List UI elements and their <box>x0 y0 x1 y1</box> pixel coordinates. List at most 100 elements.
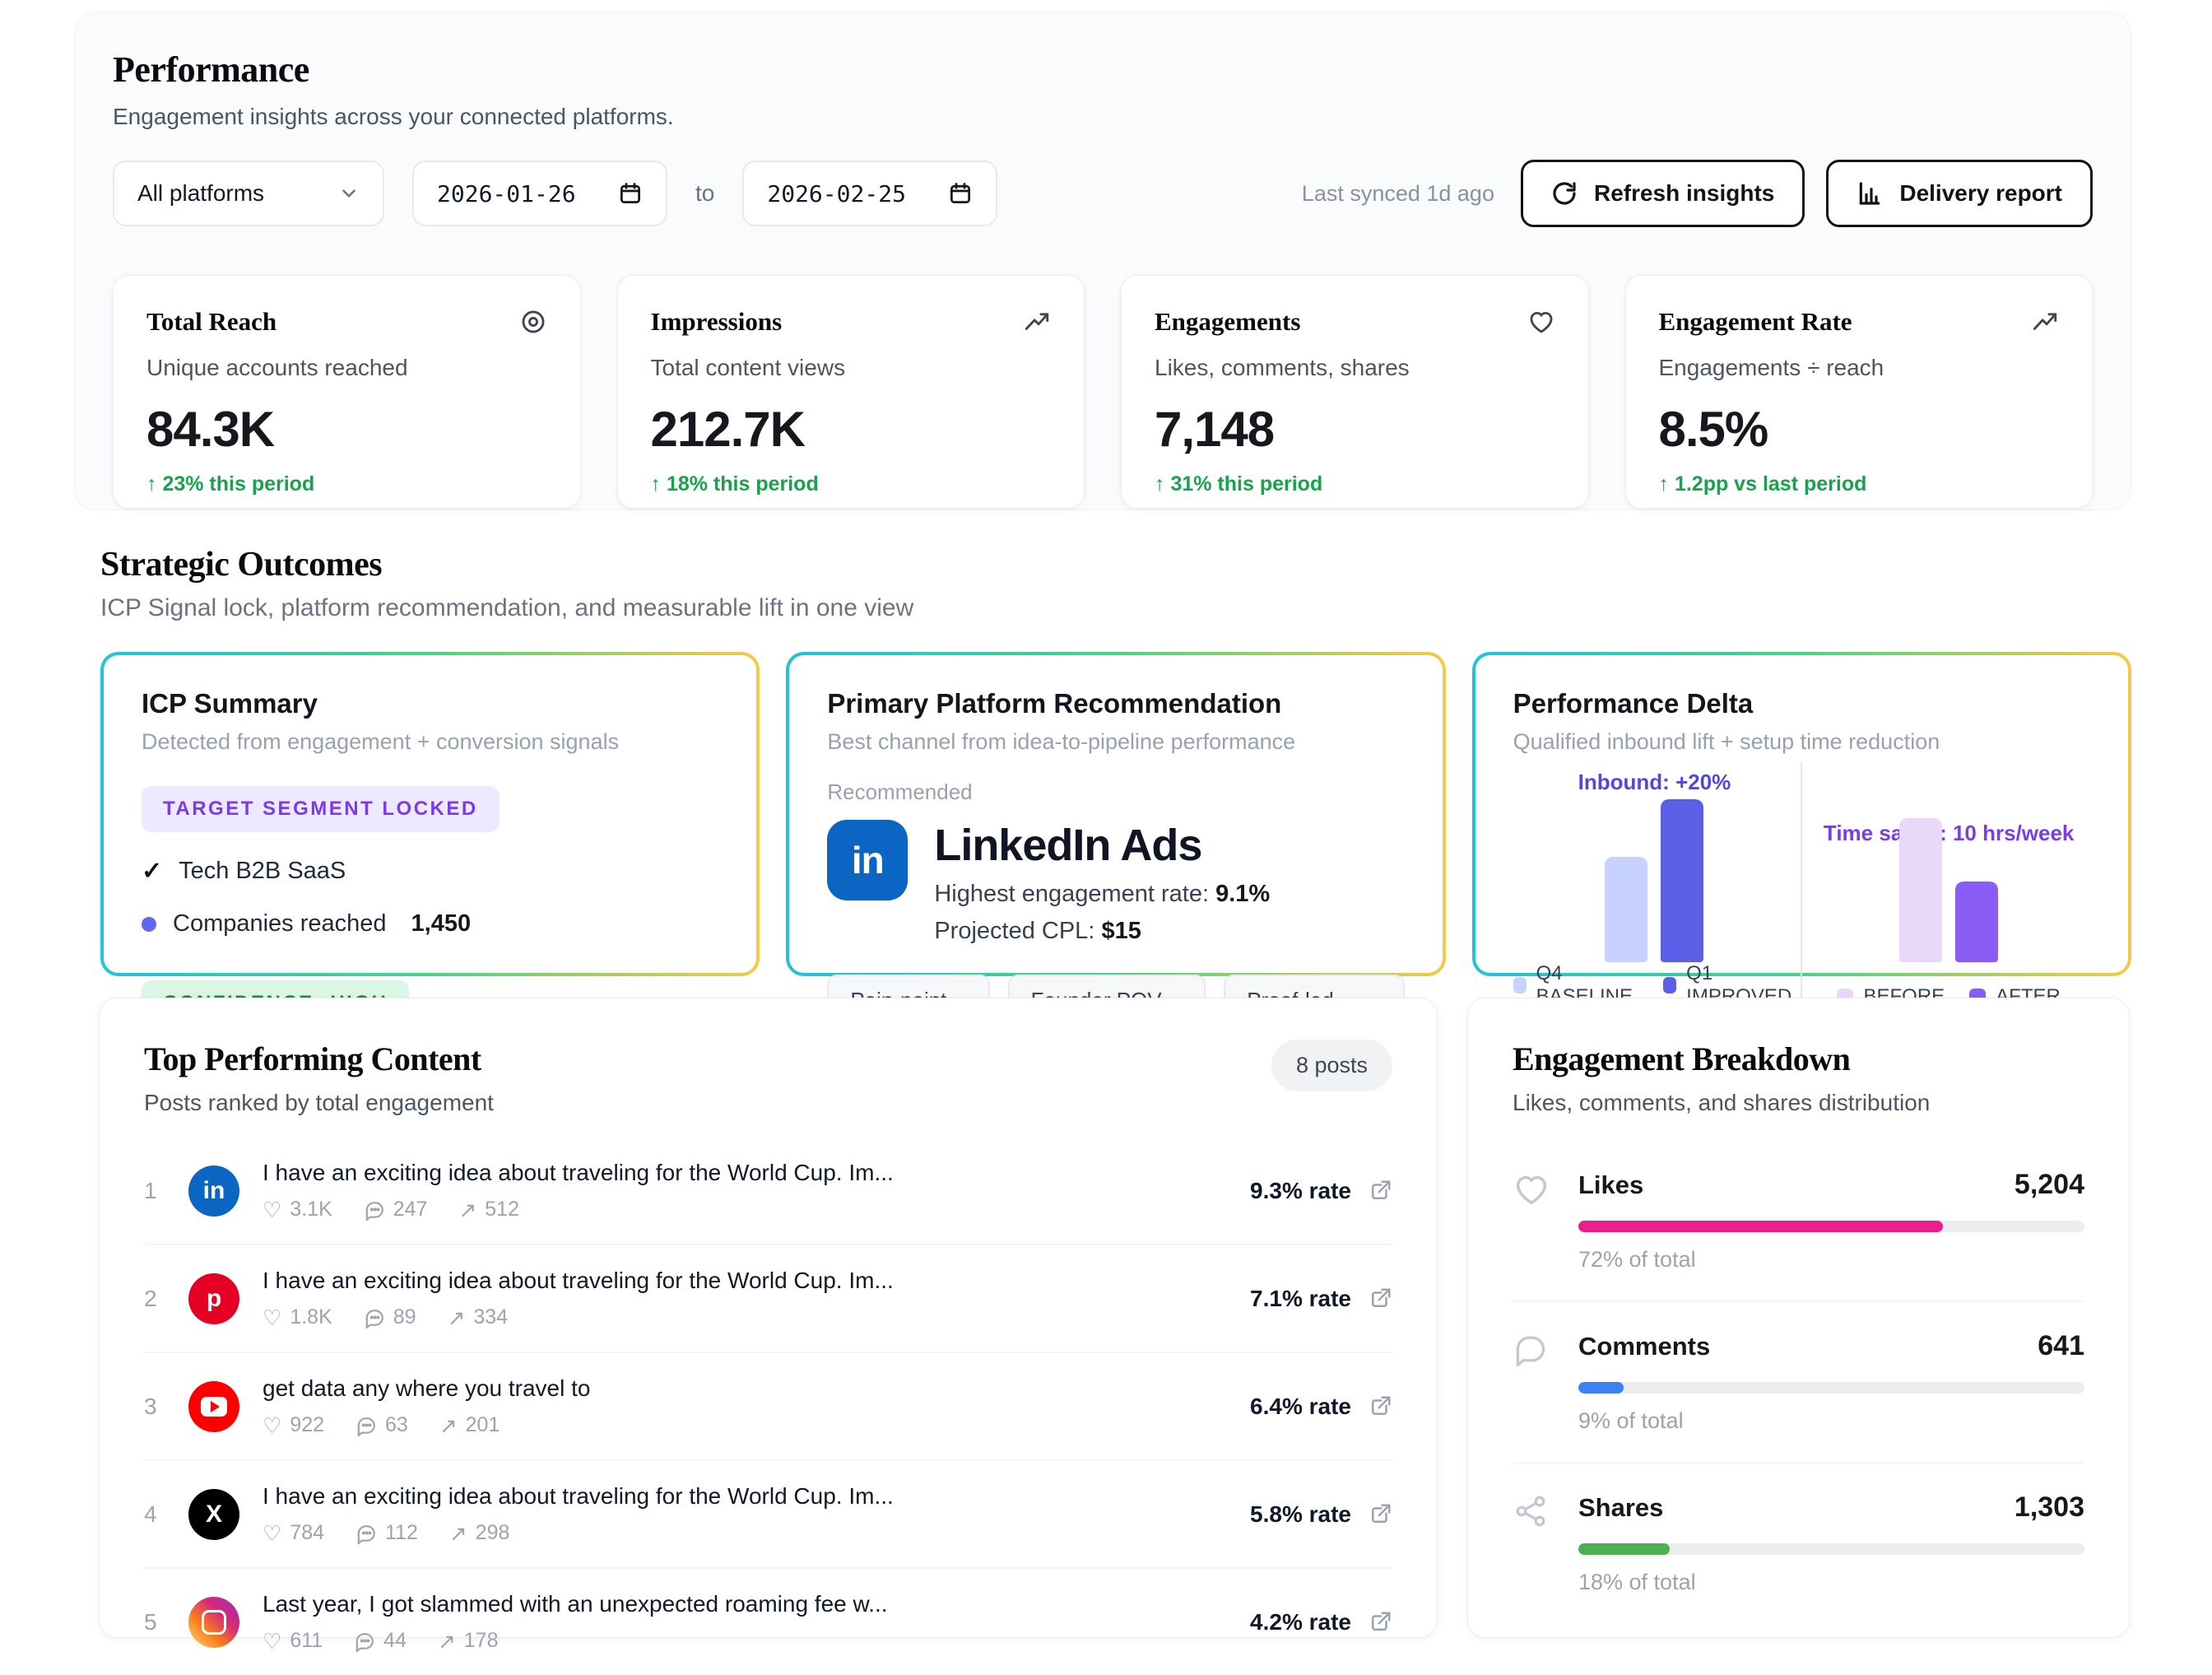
bar-q4-baseline <box>1605 857 1647 962</box>
refresh-icon <box>1551 180 1578 207</box>
card-subtitle: Best channel from idea-to-pipeline perfo… <box>827 729 1404 755</box>
companies-reached-value: 1,450 <box>411 910 472 938</box>
stat-card-total-reach: Total Reach Unique accounts reached 84.3… <box>113 275 581 509</box>
bullet-dot-icon <box>142 917 156 932</box>
post-rank: 5 <box>144 1609 182 1635</box>
panel-subtitle: Posts ranked by total engagement <box>144 1090 494 1116</box>
bar-after <box>1955 882 1998 962</box>
post-rank: 3 <box>144 1394 182 1420</box>
post-row-1[interactable]: 1 in I have an exciting idea about trave… <box>144 1138 1392 1244</box>
comments-count: 63 <box>385 1413 408 1437</box>
bar-chart-icon <box>1856 180 1883 207</box>
date-to-input[interactable]: 2026-02-25 <box>742 161 997 226</box>
section-title: Strategic Outcomes <box>100 545 2131 584</box>
instagram-icon <box>188 1597 239 1648</box>
engagement-rate: 7.1% rate <box>1250 1286 1351 1312</box>
heart-icon: ♡ <box>263 1307 281 1328</box>
calendar-icon <box>618 181 643 206</box>
target-segment-badge: TARGET SEGMENT LOCKED <box>142 786 500 832</box>
bar-q1-improved <box>1661 799 1703 962</box>
stat-subtitle: Likes, comments, shares <box>1155 355 1555 381</box>
heart-icon: ♡ <box>263 1523 281 1544</box>
delivery-report-button[interactable]: Delivery report <box>1826 160 2093 227</box>
trending-up-icon <box>2031 308 2059 336</box>
breakdown-value: 5,204 <box>2014 1169 2084 1201</box>
stat-delta: ↑ 18% this period <box>651 472 1052 496</box>
external-link-icon[interactable] <box>1368 1610 1392 1635</box>
external-link-icon[interactable] <box>1368 1394 1392 1419</box>
stat-title: Engagements <box>1155 307 1300 337</box>
chevron-down-icon <box>338 183 360 204</box>
date-from-input[interactable]: 2026-01-26 <box>412 161 667 226</box>
page-subtitle: Engagement insights across your connecte… <box>113 104 2093 130</box>
external-link-icon[interactable] <box>1368 1179 1392 1203</box>
shares-count: 178 <box>464 1629 499 1653</box>
heart-icon: ♡ <box>263 1631 281 1652</box>
platform-select[interactable]: All platforms <box>113 161 384 226</box>
stat-subtitle: Total content views <box>651 355 1052 381</box>
post-title: Last year, I got slammed with an unexpec… <box>263 1591 1225 1617</box>
share-arrow-icon: ↗ <box>448 1307 466 1328</box>
likes-count: 784 <box>290 1521 324 1545</box>
post-rank: 1 <box>144 1178 182 1204</box>
top-performing-content-panel: Top Performing Content Posts ranked by t… <box>99 998 1438 1638</box>
legend-swatch <box>1513 977 1527 993</box>
panel-subtitle: Likes, comments, and shares distribution <box>1513 1090 2084 1116</box>
share-arrow-icon: ↗ <box>438 1631 456 1652</box>
check-icon: ✓ <box>142 857 162 886</box>
stat-card-engagement-rate: Engagement Rate Engagements ÷ reach 8.5%… <box>1625 275 2094 509</box>
time-saved-chart: Time saved: 10 hrs/week BEFORE AFTER <box>1807 761 2090 1008</box>
post-row-4[interactable]: 4 X I have an exciting idea about travel… <box>144 1459 1392 1567</box>
card-title: Performance Delta <box>1513 688 2090 719</box>
refresh-insights-button[interactable]: Refresh insights <box>1521 160 1805 227</box>
linkedin-logo-icon: in <box>827 820 908 900</box>
likes-count: 3.1K <box>290 1198 332 1221</box>
likes-count: 611 <box>290 1629 323 1653</box>
breakdown-percent: 18% of total <box>1578 1570 2084 1595</box>
stat-value: 84.3K <box>146 401 547 458</box>
external-link-icon[interactable] <box>1368 1502 1392 1527</box>
panel-title: Engagement Breakdown <box>1513 1040 2084 1078</box>
date-to-value: 2026-02-25 <box>767 180 906 207</box>
pinterest-icon: p <box>188 1273 239 1324</box>
comments-count: 89 <box>393 1305 416 1329</box>
comment-icon <box>356 1523 377 1544</box>
engagement-rate: 5.8% rate <box>1250 1501 1351 1528</box>
comment-icon <box>356 1415 377 1436</box>
calendar-icon <box>948 181 973 206</box>
comment-icon <box>364 1307 385 1328</box>
post-rank: 4 <box>144 1501 182 1528</box>
target-icon <box>519 308 547 336</box>
stat-value: 212.7K <box>651 401 1052 458</box>
comments-count: 44 <box>383 1629 407 1653</box>
post-row-2[interactable]: 2 p I have an exciting idea about travel… <box>144 1244 1392 1352</box>
linkedin-icon: in <box>188 1166 239 1217</box>
companies-reached-label: Companies reached <box>173 910 387 938</box>
engagement-rate-value: 9.1% <box>1215 881 1270 907</box>
comments-count: 247 <box>393 1198 428 1221</box>
post-row-3[interactable]: 3 get data any where you travel to ♡922 … <box>144 1352 1392 1459</box>
card-subtitle: Detected from engagement + conversion si… <box>142 729 718 755</box>
share-arrow-icon: ↗ <box>449 1523 467 1544</box>
stat-title: Impressions <box>651 307 783 337</box>
card-title: ICP Summary <box>142 688 718 719</box>
stat-card-impressions: Impressions Total content views 212.7K ↑… <box>617 275 1085 509</box>
inbound-chart-label: Inbound: +20% <box>1513 770 1796 795</box>
stat-title: Total Reach <box>146 307 276 337</box>
post-title: I have an exciting idea about traveling … <box>263 1483 1225 1510</box>
youtube-icon <box>188 1381 239 1432</box>
external-link-icon[interactable] <box>1368 1286 1392 1311</box>
platform-recommendation-card: Primary Platform Recommendation Best cha… <box>786 652 1445 976</box>
stat-value: 8.5% <box>1659 401 2060 458</box>
heart-icon: ♡ <box>263 1415 281 1436</box>
inbound-chart: Inbound: +20% Q4 BASELINE Q1 IMPROVED <box>1513 761 1796 1008</box>
share-arrow-icon: ↗ <box>458 1199 476 1221</box>
stat-delta: ↑ 23% this period <box>146 472 547 496</box>
panel-title: Top Performing Content <box>144 1040 494 1078</box>
progress-fill-comments <box>1578 1382 1624 1394</box>
icp-segment-label: Tech B2B SaaS <box>179 858 346 885</box>
section-subtitle: ICP Signal lock, platform recommendation… <box>100 594 2131 622</box>
engagement-breakdown-panel: Engagement Breakdown Likes, comments, an… <box>1467 998 2130 1638</box>
post-row-5[interactable]: 5 Last year, I got slammed with an unexp… <box>144 1567 1392 1675</box>
breakdown-item-comments: Comments 641 9% of total <box>1513 1300 2084 1462</box>
